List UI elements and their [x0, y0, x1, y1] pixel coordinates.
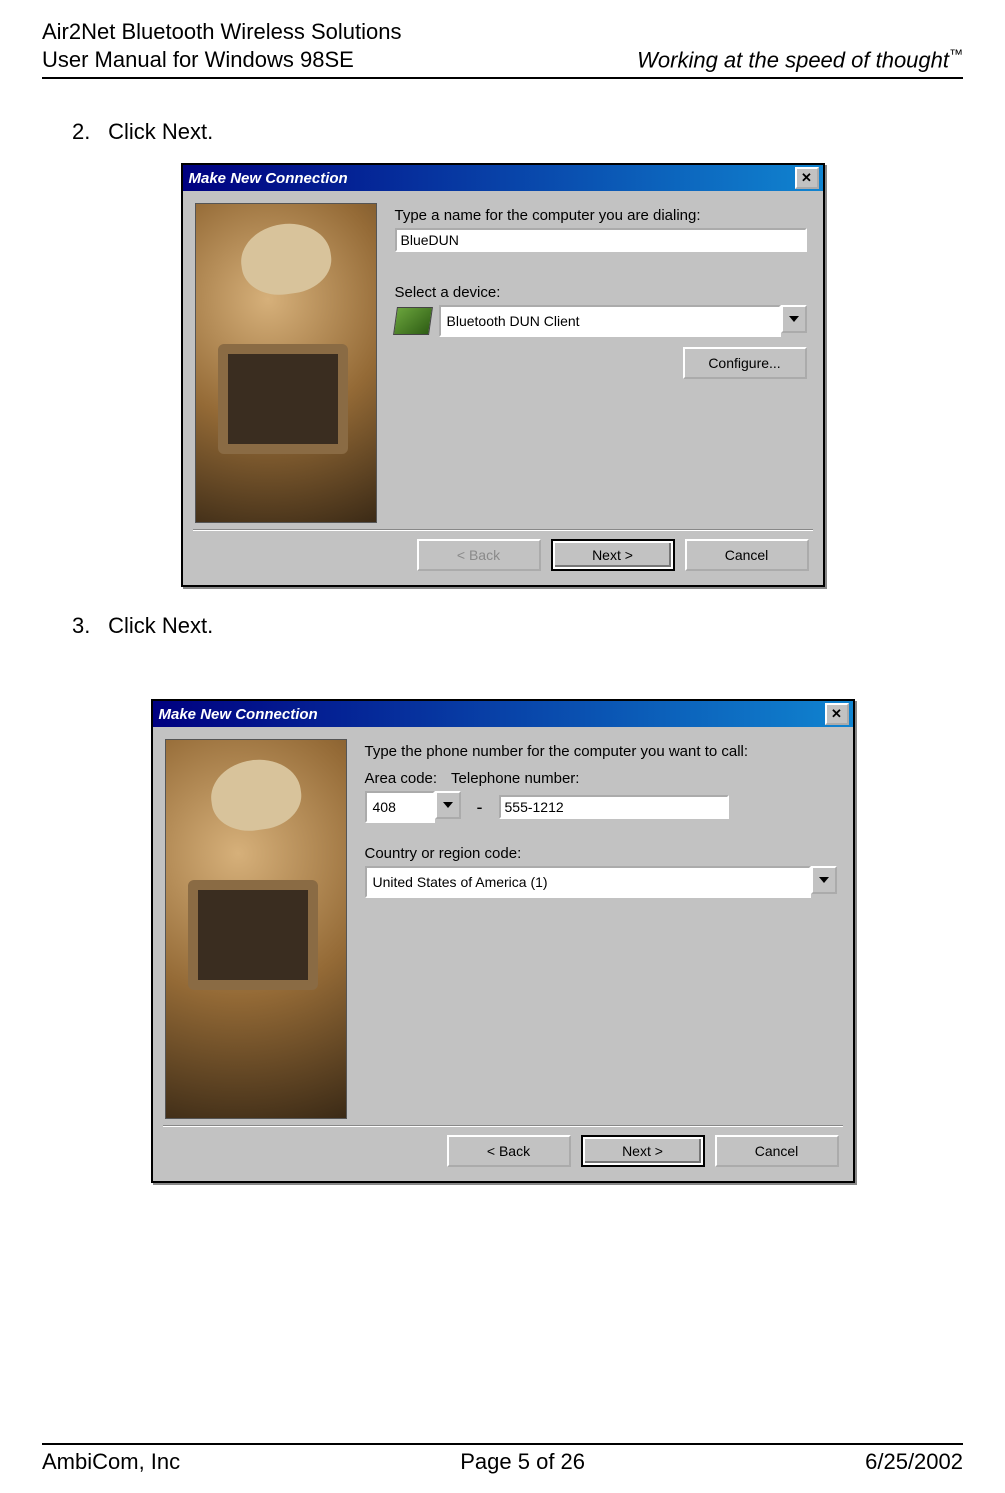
modem-icon [393, 307, 433, 335]
page-header: Air2Net Bluetooth Wireless Solutions Use… [42, 18, 963, 79]
chevron-down-icon[interactable] [811, 866, 837, 894]
area-code-value: 408 [365, 791, 435, 823]
country-combobox[interactable]: United States of America (1) [365, 866, 837, 898]
dash-separator: - [477, 797, 483, 818]
wizard-side-image [165, 739, 347, 1119]
next-button[interactable]: Next > [581, 1135, 705, 1167]
header-line2: User Manual for Windows 98SE [42, 46, 402, 74]
next-button[interactable]: Next > [551, 539, 675, 571]
close-icon[interactable]: ✕ [825, 703, 849, 725]
chevron-down-icon[interactable] [781, 305, 807, 333]
step-3-number: 3. [72, 613, 102, 639]
cancel-button[interactable]: Cancel [685, 539, 809, 571]
dialog-title: Make New Connection [189, 170, 348, 187]
configure-button[interactable]: Configure... [683, 347, 807, 379]
footer-page-number: Page 5 of 26 [460, 1449, 585, 1475]
step-2-text: Click Next. [108, 119, 213, 144]
label-phone-intro: Type the phone number for the computer y… [365, 743, 837, 760]
trademark-symbol: ™ [949, 46, 963, 62]
footer-date: 6/25/2002 [865, 1449, 963, 1475]
label-select-device: Select a device: [395, 284, 807, 301]
back-button: < Back [417, 539, 541, 571]
device-combobox[interactable]: Bluetooth DUN Client [439, 305, 807, 337]
header-tagline: Working at the speed of thought™ [637, 46, 963, 73]
close-icon[interactable]: ✕ [795, 167, 819, 189]
titlebar: Make New Connection ✕ [183, 165, 823, 191]
label-telephone: Telephone number: [451, 770, 836, 787]
back-button[interactable]: < Back [447, 1135, 571, 1167]
separator [193, 529, 813, 531]
step-2-number: 2. [72, 119, 102, 145]
header-line1: Air2Net Bluetooth Wireless Solutions [42, 18, 402, 46]
step-3-text: Click Next. [108, 613, 213, 638]
country-value: United States of America (1) [365, 866, 811, 898]
dialog-make-new-connection-2: Make New Connection ✕ Type the phone num… [151, 699, 855, 1183]
step-3: 3. Click Next. [72, 613, 963, 639]
dialog-make-new-connection-1: Make New Connection ✕ Type a name for th… [181, 163, 825, 587]
device-combobox-value: Bluetooth DUN Client [439, 305, 781, 337]
label-connection-name: Type a name for the computer you are dia… [395, 207, 807, 224]
telephone-input[interactable] [499, 795, 729, 819]
separator [163, 1125, 843, 1127]
chevron-down-icon[interactable] [435, 791, 461, 819]
connection-name-input[interactable] [395, 228, 807, 252]
footer-company: AmbiCom, Inc [42, 1449, 180, 1475]
dialog-title: Make New Connection [159, 706, 318, 723]
label-area-code: Area code: [365, 770, 438, 787]
page-footer: AmbiCom, Inc Page 5 of 26 6/25/2002 [42, 1443, 963, 1475]
titlebar: Make New Connection ✕ [153, 701, 853, 727]
label-country-code: Country or region code: [365, 845, 837, 862]
cancel-button[interactable]: Cancel [715, 1135, 839, 1167]
wizard-side-image [195, 203, 377, 523]
area-code-combobox[interactable]: 408 [365, 791, 461, 823]
step-2: 2. Click Next. [72, 119, 963, 145]
